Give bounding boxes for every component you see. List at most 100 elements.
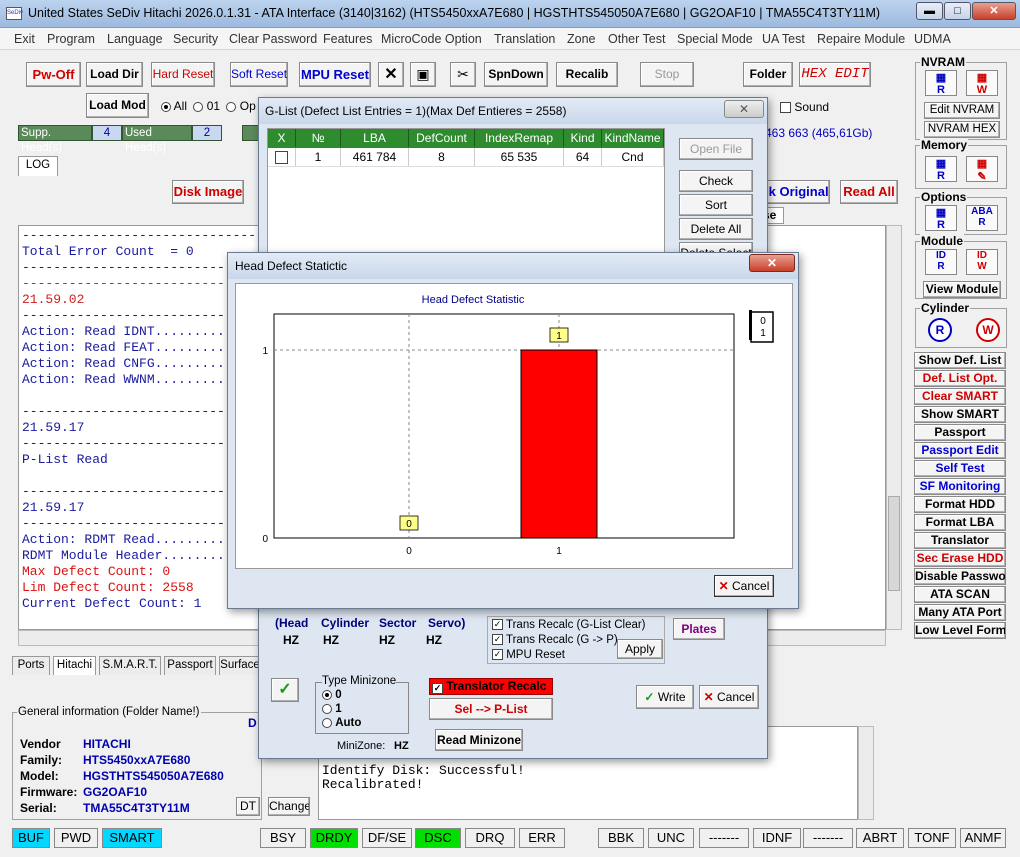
right-button-format-hdd[interactable]: Format HDD bbox=[914, 496, 1006, 513]
glist-cancel-button[interactable]: ✕ Cancel bbox=[699, 685, 759, 709]
check-button[interactable]: Check bbox=[679, 170, 753, 192]
hex-edit-button[interactable]: HEX EDIT bbox=[799, 62, 871, 87]
menu-exit[interactable]: Exit bbox=[14, 32, 35, 46]
right-button-sf-monitoring[interactable]: SF Monitoring bbox=[914, 478, 1006, 495]
spndown-button[interactable]: SpnDown bbox=[484, 62, 548, 87]
right-button-self-test[interactable]: Self Test bbox=[914, 460, 1006, 477]
tools-icon[interactable]: ✂ bbox=[450, 62, 476, 87]
menu-clear-password[interactable]: Clear Password bbox=[229, 32, 317, 46]
options-abr-icon[interactable]: ABA R bbox=[966, 205, 998, 231]
right-button-show-smart[interactable]: Show SMART bbox=[914, 406, 1006, 423]
radio-01[interactable] bbox=[193, 101, 204, 112]
tab-log[interactable]: LOG bbox=[18, 156, 58, 176]
menu-program[interactable]: Program bbox=[47, 32, 95, 46]
log-scrollbar-thumb[interactable] bbox=[888, 496, 900, 591]
row-checkbox[interactable] bbox=[275, 151, 288, 165]
menu-other-test[interactable]: Other Test bbox=[608, 32, 665, 46]
menu-special-mode[interactable]: Special Mode bbox=[677, 32, 753, 46]
open-file-button[interactable]: Open File bbox=[679, 138, 753, 160]
menu-udma[interactable]: UDMA bbox=[914, 32, 951, 46]
pw-off-button[interactable]: Pw-Off bbox=[26, 62, 81, 87]
tab-surface[interactable]: Surface bbox=[219, 656, 261, 675]
tab-hitachi[interactable]: Hitachi bbox=[53, 656, 96, 675]
folder-button[interactable]: Folder bbox=[743, 62, 793, 87]
memory-write-icon[interactable]: ▦ ✎ bbox=[966, 156, 998, 183]
menu-language[interactable]: Language bbox=[107, 32, 163, 46]
write-button[interactable]: ✓ Write bbox=[636, 685, 694, 709]
right-button-low-level-format[interactable]: Low Level Format bbox=[914, 622, 1006, 639]
tab-smart[interactable]: S.M.A.R.T. bbox=[99, 656, 161, 675]
glist-close-button[interactable]: ✕ bbox=[724, 100, 764, 118]
edit-nvram-button[interactable]: Edit NVRAM bbox=[924, 102, 1000, 119]
cylinder-write-icon[interactable]: W bbox=[976, 318, 1000, 342]
minizone-1-radio[interactable] bbox=[322, 703, 332, 714]
tab-ports[interactable]: Ports bbox=[12, 656, 50, 675]
translator-recalc-checkbox[interactable]: ✓ bbox=[432, 683, 443, 694]
hard-reset-button[interactable]: Hard Reset bbox=[151, 62, 215, 87]
cancel-icon[interactable]: ✕ bbox=[378, 62, 404, 87]
close-button[interactable]: ✕ bbox=[972, 2, 1016, 20]
trans-recalc-gp-checkbox[interactable]: ✓ bbox=[492, 634, 503, 646]
disk-image-button[interactable]: Disk Image bbox=[172, 180, 244, 204]
right-button-disable-password[interactable]: Disable Password bbox=[914, 568, 1006, 585]
maximize-button[interactable]: □ bbox=[944, 2, 971, 20]
read-all-button[interactable]: Read All bbox=[840, 180, 898, 204]
menu-repaire-module[interactable]: Repaire Module bbox=[817, 32, 905, 46]
right-button-sec-erase-hdd[interactable]: Sec Erase HDD bbox=[914, 550, 1006, 567]
mpu-reset-button[interactable]: MPU Reset bbox=[299, 62, 371, 87]
load-mod-button[interactable]: Load Mod bbox=[86, 93, 149, 118]
right-button-format-lba[interactable]: Format LBA bbox=[914, 514, 1006, 531]
nvram-hex-button[interactable]: NVRAM HEX bbox=[924, 121, 1000, 138]
change-button[interactable]: Change bbox=[268, 797, 310, 816]
right-button-many-ata-port[interactable]: Many ATA Port bbox=[914, 604, 1006, 621]
load-dir-button[interactable]: Load Dir bbox=[86, 62, 143, 87]
log-scrollbar[interactable] bbox=[886, 225, 902, 630]
trans-recalc-clear-checkbox[interactable]: ✓ bbox=[492, 619, 503, 631]
plates-button[interactable]: Plates bbox=[673, 618, 725, 640]
stop-button[interactable]: Stop bbox=[640, 62, 694, 87]
row-checkbox-cell[interactable] bbox=[268, 148, 296, 166]
recalib-button[interactable]: Recalib bbox=[556, 62, 618, 87]
delete-all-button[interactable]: Delete All bbox=[679, 218, 753, 240]
menu-translation[interactable]: Translation bbox=[494, 32, 555, 46]
menu-microcode-option[interactable]: MicroCode Option bbox=[381, 32, 482, 46]
sort-button[interactable]: Sort bbox=[679, 194, 753, 216]
view-module-button[interactable]: View Module bbox=[923, 281, 1001, 298]
sound-checkbox[interactable] bbox=[780, 102, 791, 114]
minimize-button[interactable]: ▬ bbox=[916, 2, 943, 20]
menu-security[interactable]: Security bbox=[173, 32, 218, 46]
cylinder-read-icon[interactable]: R bbox=[928, 318, 952, 342]
memory-read-icon[interactable]: ▦ R bbox=[925, 156, 957, 182]
right-button-show-def-list[interactable]: Show Def. List bbox=[914, 352, 1006, 369]
read-minizone-button[interactable]: Read Minizone bbox=[435, 729, 523, 751]
nvram-read-icon[interactable]: ▦ R bbox=[925, 70, 957, 96]
module-id-write-icon[interactable]: ID W bbox=[966, 249, 998, 275]
menu-features[interactable]: Features bbox=[323, 32, 372, 46]
table-row[interactable]: 1 461 784 8 65 535 64 Cnd bbox=[268, 148, 664, 167]
save-icon[interactable]: ▣ bbox=[410, 62, 436, 87]
right-button-passport[interactable]: Passport bbox=[914, 424, 1006, 441]
apply-button[interactable]: Apply bbox=[617, 639, 663, 659]
options-read-icon[interactable]: ▦ R bbox=[925, 205, 957, 231]
right-button-def-list-opt[interactable]: Def. List Opt. bbox=[914, 370, 1006, 387]
minizone-0-radio[interactable] bbox=[322, 689, 332, 700]
right-button-clear-smart[interactable]: Clear SMART bbox=[914, 388, 1006, 405]
soft-reset-button[interactable]: Soft Reset bbox=[230, 62, 288, 87]
tab-passport[interactable]: Passport bbox=[164, 656, 216, 675]
module-id-read-icon[interactable]: ID R bbox=[925, 249, 957, 275]
right-button-passport-edit[interactable]: Passport Edit bbox=[914, 442, 1006, 459]
menu-zone[interactable]: Zone bbox=[567, 32, 596, 46]
confirm-check-icon[interactable]: ✓ bbox=[271, 678, 299, 702]
mpu-reset-checkbox[interactable]: ✓ bbox=[492, 649, 503, 661]
head-defect-cancel-button[interactable]: ✕ Cancel bbox=[714, 575, 774, 597]
menu-ua-test[interactable]: UA Test bbox=[762, 32, 805, 46]
radio-op[interactable] bbox=[226, 101, 237, 112]
check-original-button[interactable]: ck Original bbox=[760, 180, 830, 204]
right-button-translator[interactable]: Translator bbox=[914, 532, 1006, 549]
nvram-write-icon[interactable]: ▦ W bbox=[966, 70, 998, 96]
sel-plist-button[interactable]: Sel --> P-List bbox=[429, 698, 553, 720]
radio-all[interactable] bbox=[161, 101, 171, 112]
head-defect-close-button[interactable]: ✕ bbox=[749, 254, 795, 272]
console-scrollbar[interactable] bbox=[858, 726, 874, 820]
right-button-ata-scan[interactable]: ATA SCAN bbox=[914, 586, 1006, 603]
